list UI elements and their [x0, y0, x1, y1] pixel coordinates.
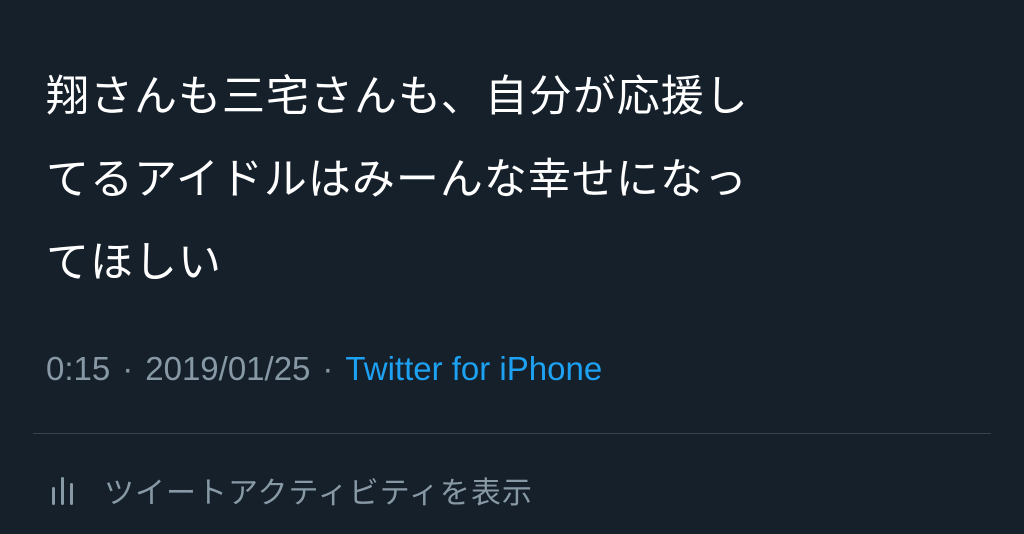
tweet-text-line: 翔さんも三宅さんも、自分が応援し — [46, 72, 749, 122]
divider — [33, 433, 991, 434]
tweet-date: 2019/01/25 — [145, 350, 311, 387]
bar-chart-icon — [48, 473, 78, 507]
meta-separator: · — [122, 350, 134, 387]
tweet-time: 0:15 — [46, 350, 111, 387]
view-tweet-activity-label: ツイートアクティビティを表示 — [104, 476, 533, 511]
tweet-source-link[interactable]: Twitter for iPhone — [345, 350, 602, 388]
tweet-text-line: てほしい — [46, 238, 222, 288]
view-tweet-activity-button[interactable]: ツイートアクティビティを表示 — [48, 466, 533, 514]
tweet-text-line: てるアイドルはみーんな幸せになっ — [46, 155, 748, 205]
tweet-meta: 0:15 · 2019/01/25 · Twitter for iPhone — [46, 346, 602, 392]
meta-separator: · — [322, 350, 334, 387]
tweet-text: 翔さんも三宅さんも、自分が応援し てるアイドルはみーんな幸せになっ てほしい — [46, 56, 986, 305]
